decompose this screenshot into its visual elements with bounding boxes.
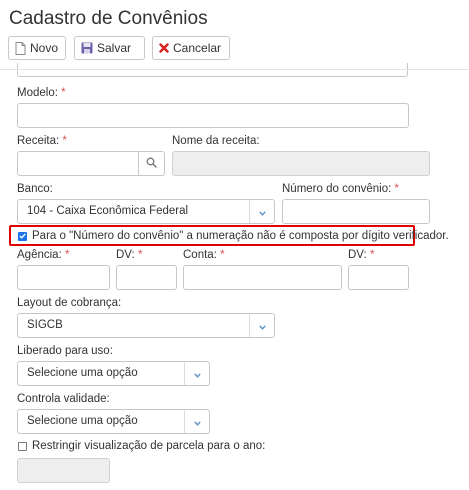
save-button[interactable]: Salvar: [74, 36, 145, 60]
dv-agencia-label: DV: *: [116, 249, 143, 261]
page-title: Cadastro de Convênios: [9, 8, 208, 29]
banco-select[interactable]: 104 - Caixa Econômica Federal: [17, 199, 275, 224]
liberado-uso-value: Selecione uma opção: [27, 367, 138, 379]
agencia-input[interactable]: [17, 265, 110, 290]
numero-convenio-label: Número do convênio: *: [282, 183, 399, 195]
liberado-uso-label: Liberado para uso:: [17, 345, 113, 357]
dv-checkbox-row[interactable]: Para o "Número do convênio" a numeração …: [18, 230, 449, 242]
conta-label: Conta: *: [183, 249, 225, 261]
numero-convenio-input[interactable]: [282, 199, 430, 224]
agencia-label: Agência: *: [17, 249, 70, 261]
layout-cobranca-value: SIGCB: [27, 319, 63, 331]
banco-select-toggle[interactable]: [249, 200, 274, 223]
modelo-label: Modelo: *: [17, 87, 66, 99]
liberado-uso-toggle[interactable]: [184, 362, 209, 385]
new-button-label: Novo: [30, 41, 59, 55]
controla-validade-toggle[interactable]: [184, 410, 209, 433]
liberado-uso-select[interactable]: Selecione uma opção: [17, 361, 210, 386]
nome-receita-input: [172, 151, 430, 176]
chevron-down-icon: [193, 365, 201, 383]
save-button-label: Salvar: [97, 41, 132, 55]
chevron-down-icon: [193, 413, 201, 431]
close-x-icon: [159, 43, 169, 53]
conta-input[interactable]: [183, 265, 342, 290]
dv-conta-label: DV: *: [348, 249, 375, 261]
restringir-checkbox[interactable]: [18, 441, 27, 451]
dv-checkbox[interactable]: [18, 230, 27, 242]
controla-validade-value: Selecione uma opção: [27, 415, 138, 427]
restringir-checkbox-row[interactable]: Restringir visualização de parcela para …: [18, 440, 265, 452]
check-icon: [19, 230, 26, 242]
controla-validade-select[interactable]: Selecione uma opção: [17, 409, 210, 434]
modelo-input[interactable]: [17, 103, 409, 128]
controla-validade-label: Controla validade:: [17, 393, 110, 405]
layout-cobranca-label: Layout de cobrança:: [17, 297, 122, 309]
receita-search-button[interactable]: [139, 151, 165, 176]
restringir-checkbox-label: Restringir visualização de parcela para …: [32, 440, 266, 452]
layout-cobranca-toggle[interactable]: [249, 314, 274, 337]
chevron-down-icon: [258, 203, 266, 221]
receita-input[interactable]: [17, 151, 139, 176]
floppy-disk-icon: [81, 42, 93, 54]
dv-conta-input[interactable]: [348, 265, 409, 290]
search-icon: [146, 155, 157, 173]
dv-checkbox-label: Para o "Número do convênio" a numeração …: [32, 230, 449, 242]
dv-agencia-input[interactable]: [116, 265, 177, 290]
cancel-button[interactable]: Cancelar: [152, 36, 230, 60]
chevron-down-icon: [258, 317, 266, 335]
cancel-button-label: Cancelar: [173, 41, 222, 55]
receita-label: Receita: *: [17, 135, 67, 147]
restringir-ano-input: [17, 458, 110, 483]
banco-label: Banco:: [17, 183, 53, 195]
truncated-field[interactable]: [17, 63, 408, 77]
banco-select-value: 104 - Caixa Econômica Federal: [27, 205, 189, 217]
toolbar-separator: [0, 69, 469, 70]
layout-cobranca-select[interactable]: SIGCB: [17, 313, 275, 338]
new-document-icon: [15, 41, 26, 55]
new-button[interactable]: Novo: [8, 36, 66, 60]
nome-receita-label: Nome da receita:: [172, 135, 260, 147]
